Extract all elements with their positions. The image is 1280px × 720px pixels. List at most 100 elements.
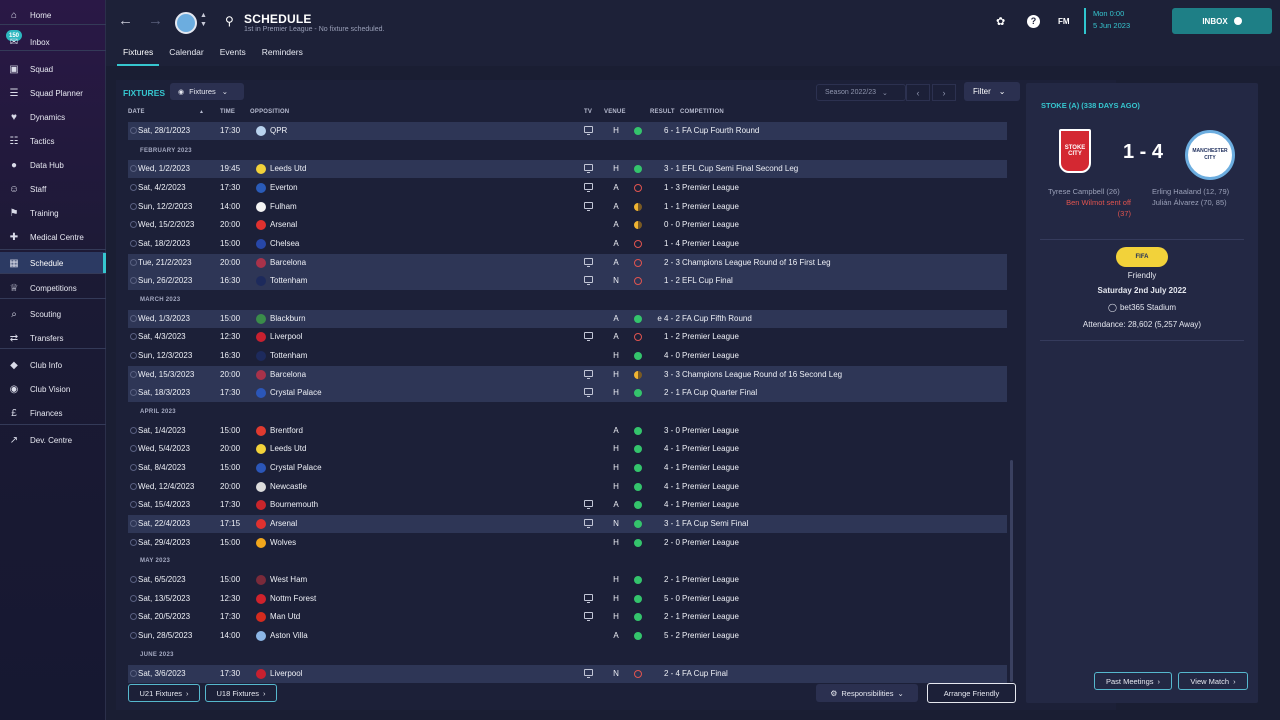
row-select-radio[interactable]	[130, 520, 137, 527]
col-competition[interactable]: COMPETITION	[680, 109, 724, 115]
sidebar-item-dynamics[interactable]: ♥ Dynamics	[0, 106, 106, 128]
sidebar-item-squad-planner[interactable]: ☰ Squad Planner	[0, 82, 106, 104]
fixture-row[interactable]: Sat, 18/2/2023 15:00 Chelsea A 1 - 4 Premier …	[128, 235, 1007, 253]
sidebar-item-transfers[interactable]: ⇄ Transfers	[0, 327, 106, 349]
fixture-row[interactable]: Sat, 29/4/2023 15:00 Wolves H 2 - 0 Premier L…	[128, 534, 1007, 552]
u21-fixtures-button[interactable]: U21 Fixtures ›	[128, 684, 200, 702]
fm-menu-button[interactable]: FM	[1058, 17, 1070, 26]
row-select-radio[interactable]	[130, 501, 137, 508]
brain-icon[interactable]: ✿	[996, 15, 1005, 28]
sidebar-item-tactics[interactable]: ☷ Tactics	[0, 130, 106, 152]
row-select-radio[interactable]	[130, 464, 137, 471]
past-meetings-button[interactable]: Past Meetings ›	[1094, 672, 1172, 690]
search-icon[interactable]: ⚲	[225, 14, 234, 28]
fixture-row[interactable]: Sat, 13/5/2023 12:30 Nottm Forest H 5 - 0 Pre…	[128, 590, 1007, 608]
fixture-row[interactable]: Sat, 15/4/2023 17:30 Bournemouth A 4 - 1 Prem…	[128, 496, 1007, 514]
club-crest-icon[interactable]	[175, 12, 197, 34]
fixture-row[interactable]: Sat, 3/6/2023 17:30 Liverpool N 2 - 4 FA Cup …	[128, 665, 1007, 683]
row-select-radio[interactable]	[130, 333, 137, 340]
row-select-radio[interactable]	[130, 165, 137, 172]
fixture-row[interactable]: Tue, 21/2/2023 20:00 Barcelona A 2 - 3 Champi…	[128, 254, 1007, 272]
sidebar-item-data-hub[interactable]: ● Data Hub	[0, 154, 106, 176]
fixture-row[interactable]: Wed, 15/2/2023 20:00 Arsenal A 0 - 0 Premier …	[128, 216, 1007, 234]
fixture-row[interactable]: Sun, 12/2/2023 14:00 Fulham A 1 - 1 Premier L…	[128, 198, 1007, 216]
row-select-radio[interactable]	[130, 352, 137, 359]
fixture-row[interactable]: Sat, 6/5/2023 15:00 West Ham H 2 - 1 Premier …	[128, 571, 1007, 589]
col-venue[interactable]: VENUE	[604, 109, 626, 115]
view-match-button[interactable]: View Match ›	[1178, 672, 1248, 690]
home-club-badge[interactable]: STOKE CITY	[1059, 129, 1091, 173]
prev-season-button[interactable]: ‹	[906, 84, 930, 101]
row-select-radio[interactable]	[130, 259, 137, 266]
sidebar-item-club-info[interactable]: ◆ Club Info	[0, 354, 106, 376]
row-select-radio[interactable]	[130, 427, 137, 434]
row-select-radio[interactable]	[130, 613, 137, 620]
next-season-button[interactable]: ›	[932, 84, 956, 101]
sidebar-item-schedule[interactable]: ▦ Schedule	[0, 252, 106, 274]
tab-fixtures[interactable]: Fixtures	[117, 44, 160, 66]
arrange-friendly-button[interactable]: Arrange Friendly	[927, 683, 1016, 703]
help-icon[interactable]: ?	[1027, 15, 1040, 28]
sidebar-item-staff[interactable]: ☺ Staff	[0, 178, 106, 200]
row-select-radio[interactable]	[130, 483, 137, 490]
u18-fixtures-button[interactable]: U18 Fixtures ›	[205, 684, 277, 702]
club-switch-icon[interactable]: ▲ ▼	[200, 11, 207, 29]
row-select-radio[interactable]	[130, 632, 137, 639]
row-select-radio[interactable]	[130, 127, 137, 134]
row-select-radio[interactable]	[130, 184, 137, 191]
fixture-row[interactable]: Sun, 26/2/2023 16:30 Tottenham N 1 - 2 EFL Cu…	[128, 272, 1007, 290]
season-selector[interactable]: Season 2022/23 ⌄	[816, 84, 906, 101]
row-select-radio[interactable]	[130, 576, 137, 583]
fixture-row[interactable]: Sat, 8/4/2023 15:00 Crystal Palace H 4 - 1 Pr…	[128, 459, 1007, 477]
back-arrow-icon[interactable]: ←	[118, 12, 133, 29]
fixture-row[interactable]: Wed, 5/4/2023 20:00 Leeds Utd H 4 - 1 Premier…	[128, 440, 1007, 458]
col-opposition[interactable]: OPPOSITION	[250, 109, 289, 115]
sidebar-item-training[interactable]: ⚑ Training	[0, 202, 106, 224]
col-time[interactable]: TIME	[220, 109, 235, 115]
col-date[interactable]: DATE	[128, 109, 145, 115]
tab-calendar[interactable]: Calendar	[163, 44, 210, 66]
scrollbar[interactable]	[1010, 460, 1013, 682]
row-select-radio[interactable]	[130, 203, 137, 210]
fixture-row[interactable]: Wed, 1/3/2023 15:00 Blackburn Ae 4 - 2 FA Cu…	[128, 310, 1007, 328]
sidebar-item-scouting[interactable]: ⌕ Scouting	[0, 303, 106, 325]
sidebar-item-competitions[interactable]: ♕ Competitions	[0, 277, 106, 299]
row-select-radio[interactable]	[130, 240, 137, 247]
match-panel-title[interactable]: STOKE (A) (338 DAYS AGO)	[1041, 101, 1140, 110]
forward-arrow-icon[interactable]: →	[148, 12, 163, 29]
row-select-radio[interactable]	[130, 445, 137, 452]
fixture-row[interactable]: Sat, 28/1/2023 17:30 QPR H 6 - 1 FA Cup Fourt…	[128, 122, 1007, 140]
inbox-continue-button[interactable]: INBOX	[1172, 8, 1272, 34]
row-select-radio[interactable]	[130, 539, 137, 546]
fixture-row[interactable]: Sat, 4/2/2023 17:30 Everton A 1 - 3 Premier L…	[128, 179, 1007, 197]
sidebar-item-club-vision[interactable]: ◉ Club Vision	[0, 378, 106, 400]
fixture-row[interactable]: Sat, 1/4/2023 15:00 Brentford A 3 - 0 Premier…	[128, 422, 1007, 440]
fixture-row[interactable]: Sat, 4/3/2023 12:30 Liverpool A 1 - 2 Premier…	[128, 328, 1007, 346]
row-select-radio[interactable]	[130, 389, 137, 396]
fixtures-view-dropdown[interactable]: ◉ Fixtures ⌄	[170, 83, 244, 100]
fixture-row[interactable]: Wed, 15/3/2023 20:00 Barcelona H 3 - 3 Champi…	[128, 366, 1007, 384]
fixture-row[interactable]: Sun, 12/3/2023 16:30 Tottenham H 4 - 0 Premie…	[128, 347, 1007, 365]
row-select-radio[interactable]	[130, 315, 137, 322]
fixture-row[interactable]: Wed, 1/2/2023 19:45 Leeds Utd H 3 - 1 EFL Cup…	[128, 160, 1007, 178]
sidebar-item-dev-centre[interactable]: ↗ Dev. Centre	[0, 429, 106, 451]
sidebar-item-home[interactable]: ⌂ Home	[0, 4, 106, 26]
sidebar-item-squad[interactable]: ▣ Squad	[0, 58, 106, 80]
row-select-radio[interactable]	[130, 277, 137, 284]
fixture-row[interactable]: Sat, 22/4/2023 17:15 Arsenal N 3 - 1 FA Cup S…	[128, 515, 1007, 533]
fixture-row[interactable]: Sun, 28/5/2023 14:00 Aston Villa A 5 - 2 Prem…	[128, 627, 1007, 645]
fixture-row[interactable]: Sat, 20/5/2023 17:30 Man Utd H 2 - 1 Premier …	[128, 608, 1007, 626]
tab-reminders[interactable]: Reminders	[256, 44, 309, 66]
filter-button[interactable]: Filter ⌄	[964, 82, 1020, 101]
fixture-row[interactable]: Wed, 12/4/2023 20:00 Newcastle H 4 - 1 Premie…	[128, 478, 1007, 496]
row-select-radio[interactable]	[130, 670, 137, 677]
row-select-radio[interactable]	[130, 221, 137, 228]
row-select-radio[interactable]	[130, 595, 137, 602]
away-club-badge[interactable]: MANCHESTER CITY	[1185, 130, 1235, 180]
responsibilities-button[interactable]: ⚙ Responsibilities ⌄	[816, 684, 918, 702]
col-tv[interactable]: TV	[584, 109, 592, 115]
row-select-radio[interactable]	[130, 371, 137, 378]
col-result[interactable]: RESULT	[650, 109, 675, 115]
sidebar-item-finances[interactable]: £ Finances	[0, 402, 106, 424]
sidebar-item-medical-centre[interactable]: ✚ Medical Centre	[0, 226, 106, 248]
